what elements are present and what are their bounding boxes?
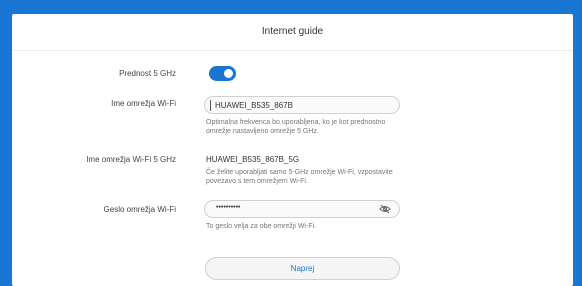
page-title: Internet guide xyxy=(261,26,324,37)
guide-panel: Internet guide Prednost 5 GHz Ime omrežj… xyxy=(12,14,573,286)
priority-5ghz-label: Prednost 5 GHz xyxy=(119,69,176,78)
next-button[interactable]: Naprej xyxy=(205,257,400,280)
ssid-5ghz-hint: Če želite uporabljati samo 5-GHz omrežje… xyxy=(206,169,393,185)
next-button-label: Naprej xyxy=(290,264,315,273)
window-top-edge xyxy=(0,0,582,14)
text-cursor-icon xyxy=(210,100,211,111)
ssid-hint: Optimalna frekvenca bo uporabljena, ko j… xyxy=(206,119,386,135)
password-hint: To geslo velja za obe omrežji Wi-Fi. xyxy=(206,223,317,230)
toggle-knob xyxy=(224,69,233,78)
ssid-input[interactable]: HUAWEI_B535_867B xyxy=(204,96,400,114)
ssid-5ghz-label: Ime omrežja Wi-Fi 5 GHz xyxy=(86,155,176,164)
guide-header: Internet guide xyxy=(12,14,573,51)
ssid-label: Ime omrežja Wi-Fi xyxy=(111,99,176,108)
ssid-5ghz-value: HUAWEI_B535_867B_5G xyxy=(206,155,300,164)
ssid-value: HUAWEI_B535_867B xyxy=(215,101,293,110)
password-label: Geslo omrežja Wi-Fi xyxy=(103,205,176,214)
password-input[interactable]: •••••••••• xyxy=(204,200,400,218)
priority-5ghz-toggle[interactable] xyxy=(209,66,236,81)
window-right-edge xyxy=(573,0,582,286)
eye-slash-icon[interactable] xyxy=(379,204,391,214)
password-value: •••••••••• xyxy=(216,204,241,211)
window-left-edge xyxy=(0,0,12,286)
